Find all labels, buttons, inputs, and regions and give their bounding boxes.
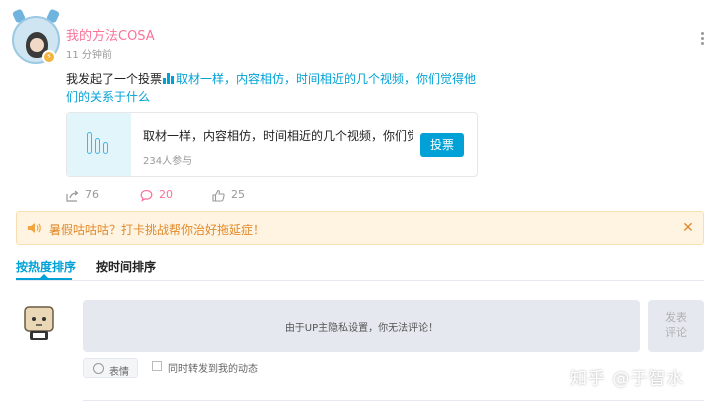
bottom-divider: [83, 400, 704, 401]
share-icon: [66, 189, 79, 202]
vote-bar-icon: [163, 73, 175, 84]
comment-action[interactable]: 20: [140, 188, 173, 204]
repost-checkbox[interactable]: [152, 361, 162, 371]
watermark-text: 知乎 @于智水: [570, 369, 685, 389]
vote-participants: 234人参与: [143, 156, 193, 167]
smile-icon: [93, 363, 104, 374]
sort-tabs: 按热度排序 按时间排序: [0, 258, 720, 282]
tabs-divider: [16, 280, 704, 281]
close-icon[interactable]: ✕: [681, 220, 695, 236]
vote-chart-icon: [67, 113, 131, 176]
post-text-prefix: 我发起了一个投票: [66, 72, 163, 86]
repost-label[interactable]: 同时转发到我的动态: [168, 360, 258, 375]
active-tab-caret: [40, 274, 48, 278]
comment-count: 20: [159, 188, 173, 201]
thumbs-up-icon: [212, 189, 225, 202]
comment-disabled-text: 由于UP主隐私设置，你无法评论！: [284, 323, 439, 334]
user-name[interactable]: 我的方法COSA: [66, 25, 155, 44]
publish-comment-button[interactable]: 发表 评论: [648, 300, 704, 352]
post-time: 11 分钟前: [66, 50, 112, 61]
emoji-label: 表情: [109, 367, 129, 378]
commenter-avatar: [22, 304, 56, 344]
vote-title: 取材一样，内容相仿，时间相近的几个视频，你们觉...: [143, 129, 413, 143]
vote-button[interactable]: 投票: [420, 133, 464, 157]
verified-badge-icon: ⚡: [42, 50, 56, 64]
emoji-button[interactable]: 表情: [83, 358, 138, 378]
like-count: 25: [231, 188, 245, 201]
post-text: 我发起了一个投票 取材一样，内容相仿，时间相近的几个视频，你们觉得他们的关系于什么: [66, 70, 486, 106]
share-count: 76: [85, 188, 99, 201]
publish-label-line2: 评论: [665, 326, 687, 339]
comment-input-disabled[interactable]: 由于UP主隐私设置，你无法评论！: [83, 300, 640, 352]
comment-icon: [140, 189, 153, 202]
like-action[interactable]: 25: [212, 188, 245, 204]
more-vertical-icon[interactable]: [698, 32, 706, 48]
notice-text[interactable]: 暑假咕咕咕？打卡挑战帮你治好拖延症！: [49, 221, 265, 238]
tab-sort-by-hot[interactable]: 按热度排序: [16, 258, 76, 275]
dynamic-post: ⚡ 我的方法COSA 11 分钟前 我发起了一个投票 取材一样，内容相仿，时间相近…: [0, 0, 720, 210]
notice-bar[interactable]: 暑假咕咕咕？打卡挑战帮你治好拖延症！ ✕: [16, 211, 704, 245]
vote-card[interactable]: 取材一样，内容相仿，时间相近的几个视频，你们觉... 234人参与 投票: [66, 112, 478, 177]
publish-label-line1: 发表: [665, 311, 687, 324]
user-avatar[interactable]: ⚡: [8, 8, 64, 66]
speaker-icon: [27, 222, 41, 234]
share-action[interactable]: 76: [66, 188, 99, 204]
tab-sort-by-time[interactable]: 按时间排序: [96, 258, 156, 275]
